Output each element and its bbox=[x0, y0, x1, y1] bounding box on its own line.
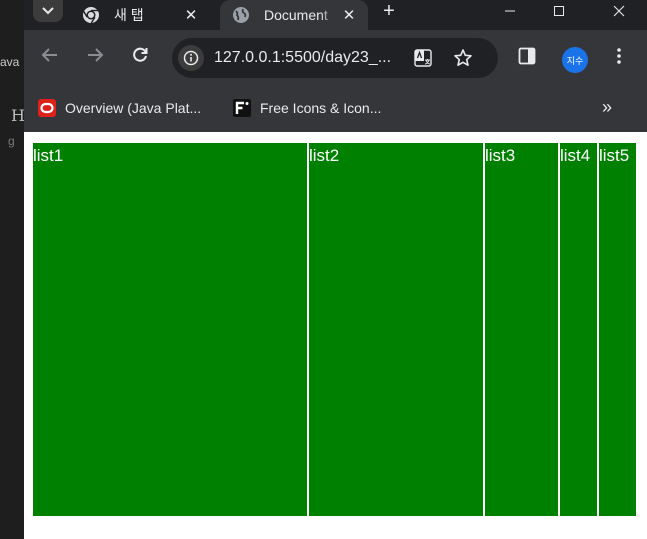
translate-icon[interactable] bbox=[410, 45, 436, 71]
list-item: list5 bbox=[599, 143, 636, 516]
new-tab-button[interactable]: + bbox=[376, 0, 402, 22]
toolbar: 127.0.0.1:5500/day23_... 지수 bbox=[24, 30, 647, 86]
list-item: list1 bbox=[33, 143, 309, 516]
globe-icon bbox=[232, 6, 250, 24]
side-panel-button[interactable] bbox=[515, 46, 539, 70]
editor-text-fragment: ava bbox=[0, 55, 20, 69]
menu-button[interactable] bbox=[609, 46, 629, 70]
page-viewport: list1 list2 list3 list4 list5 bbox=[24, 132, 647, 539]
tab-title: 새 탭 bbox=[114, 7, 144, 23]
oracle-icon bbox=[38, 99, 56, 117]
chevron-down-icon bbox=[42, 2, 54, 20]
browser-window: 새 탭 ✕ Document ✕ + 127.0.0.1:5500/day23_… bbox=[24, 0, 647, 539]
list-container: list1 list2 list3 list4 list5 bbox=[33, 143, 636, 516]
list-item: list3 bbox=[485, 143, 560, 516]
more-vertical-icon bbox=[617, 47, 621, 69]
editor-heading-char: H bbox=[11, 106, 25, 125]
side-panel-icon bbox=[518, 47, 536, 70]
forward-button[interactable] bbox=[80, 42, 110, 72]
minimize-button[interactable] bbox=[487, 0, 533, 22]
window-close-button[interactable] bbox=[596, 0, 642, 22]
tab-title: Document bbox=[264, 7, 328, 23]
arrow-right-icon bbox=[86, 46, 104, 69]
editor-faint-char: g bbox=[8, 134, 15, 148]
background-editor: ava H g bbox=[0, 0, 25, 539]
chrome-icon bbox=[82, 6, 100, 24]
url-text[interactable]: 127.0.0.1:5500/day23_... bbox=[214, 49, 404, 67]
tab-new-tab[interactable]: 새 탭 ✕ bbox=[70, 0, 210, 30]
arrow-left-icon bbox=[41, 46, 59, 69]
reload-icon bbox=[131, 46, 149, 69]
list-item: list4 bbox=[560, 143, 599, 516]
bookmark-free-icons[interactable]: Free Icons & Icon... bbox=[233, 96, 381, 120]
bookmark-label: Free Icons & Icon... bbox=[260, 100, 382, 116]
bookmarks-bar: Overview (Java Plat... Free Icons & Icon… bbox=[24, 86, 647, 132]
back-button[interactable] bbox=[35, 42, 65, 72]
list-item: list2 bbox=[309, 143, 485, 516]
site-info-icon[interactable] bbox=[178, 45, 204, 71]
tab-strip: 새 탭 ✕ Document ✕ + bbox=[24, 0, 647, 30]
close-icon[interactable]: ✕ bbox=[338, 4, 360, 26]
more-bookmarks-button[interactable]: » bbox=[596, 96, 618, 118]
address-bar[interactable]: 127.0.0.1:5500/day23_... bbox=[172, 38, 498, 78]
tab-document[interactable]: Document ✕ bbox=[220, 0, 368, 30]
close-icon[interactable]: ✕ bbox=[180, 4, 202, 26]
reload-button[interactable] bbox=[125, 42, 155, 72]
maximize-button[interactable] bbox=[536, 0, 582, 22]
flaticon-icon bbox=[233, 99, 251, 117]
tab-search-button[interactable] bbox=[33, 0, 63, 22]
bookmark-label: Overview (Java Plat... bbox=[65, 100, 202, 116]
bookmark-star-icon[interactable] bbox=[450, 45, 476, 71]
bookmark-java-overview[interactable]: Overview (Java Plat... bbox=[38, 96, 201, 120]
profile-avatar[interactable]: 지수 bbox=[562, 47, 588, 73]
